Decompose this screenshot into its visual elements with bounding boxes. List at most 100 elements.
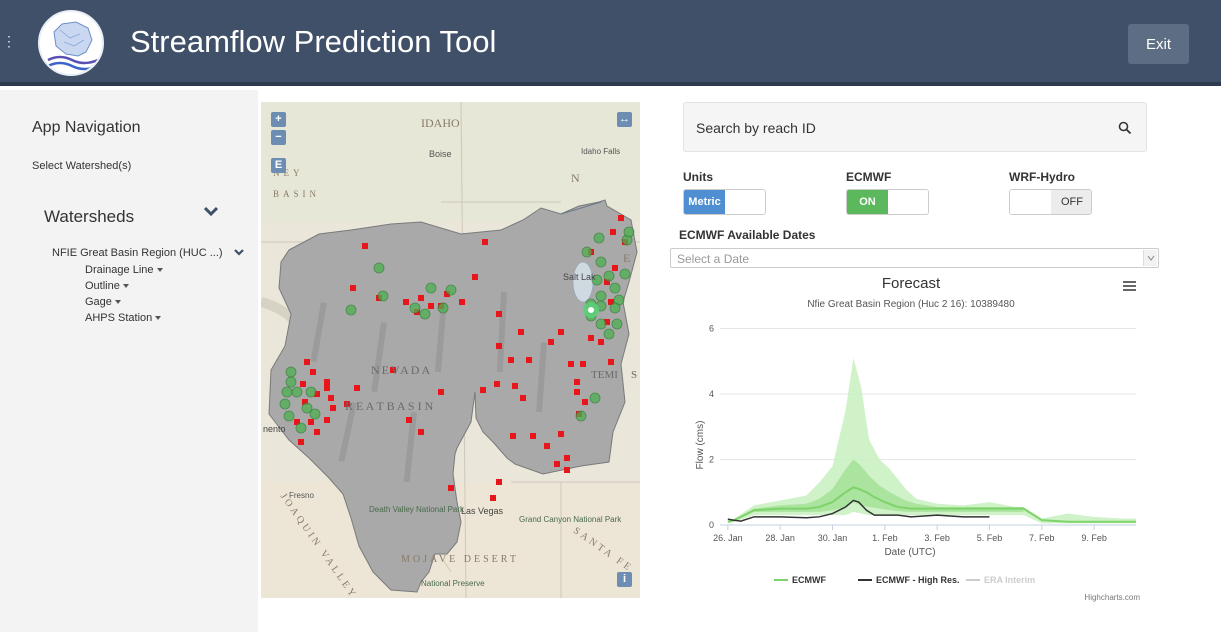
ahps-station-marker[interactable] <box>377 290 389 302</box>
toggle-handle[interactable] <box>888 190 928 214</box>
ahps-station-marker[interactable] <box>581 246 593 258</box>
gage-marker[interactable] <box>418 295 424 301</box>
toggle-handle[interactable] <box>1010 190 1051 214</box>
ahps-station-marker[interactable] <box>603 328 615 340</box>
map-info-button[interactable]: i <box>617 572 632 587</box>
gage-marker[interactable] <box>530 433 536 439</box>
gage-marker[interactable] <box>298 439 304 445</box>
app-logo-icon[interactable] <box>38 10 104 76</box>
gage-marker[interactable] <box>558 431 564 437</box>
gage-marker[interactable] <box>564 467 570 473</box>
gage-marker[interactable] <box>618 215 624 221</box>
gage-marker[interactable] <box>574 389 580 395</box>
gage-marker[interactable] <box>564 455 570 461</box>
gage-marker[interactable] <box>510 433 516 439</box>
date-select[interactable]: Select a Date <box>670 248 1159 268</box>
gage-marker[interactable] <box>582 399 588 405</box>
ahps-station-marker[interactable] <box>445 284 457 296</box>
gage-marker[interactable] <box>324 385 330 391</box>
gage-marker[interactable] <box>403 299 409 305</box>
chart-legend[interactable]: ECMWF ECMWF - High Res. ERA Interim <box>774 575 1035 585</box>
gage-marker[interactable] <box>526 357 532 363</box>
ahps-station-marker[interactable] <box>437 302 449 314</box>
ahps-station-marker[interactable] <box>595 256 607 268</box>
expand-map-button[interactable]: ↔ <box>617 112 632 127</box>
ahps-station-marker[interactable] <box>419 308 431 320</box>
gage-marker[interactable] <box>480 387 486 393</box>
gage-marker[interactable] <box>558 329 564 335</box>
ahps-station-marker[interactable] <box>345 304 357 316</box>
ahps-station-marker[interactable] <box>279 398 291 410</box>
gage-marker[interactable] <box>610 229 616 235</box>
gage-marker[interactable] <box>362 243 368 249</box>
gage-marker[interactable] <box>314 429 320 435</box>
gage-marker[interactable] <box>459 299 465 305</box>
ahps-station-marker[interactable] <box>373 262 385 274</box>
zoom-out-button[interactable]: − <box>271 130 286 145</box>
gage-marker[interactable] <box>328 395 334 401</box>
ahps-station-marker[interactable] <box>595 290 607 302</box>
units-metric-option[interactable]: Metric <box>684 190 725 214</box>
layer-ahps-station[interactable]: AHPS Station <box>85 312 162 324</box>
chart-credits[interactable]: Highcharts.com <box>1084 593 1140 602</box>
gage-marker[interactable] <box>544 443 550 449</box>
basin-chevron-down-icon[interactable] <box>234 248 244 256</box>
wrf-hydro-toggle[interactable]: OFF <box>1009 189 1092 215</box>
gage-marker[interactable] <box>496 343 502 349</box>
gage-marker[interactable] <box>588 335 594 341</box>
gage-marker[interactable] <box>574 379 580 385</box>
ahps-station-marker[interactable] <box>609 282 621 294</box>
gage-marker[interactable] <box>548 339 554 345</box>
ahps-station-marker[interactable] <box>409 302 421 314</box>
watershed-map[interactable]: IDAHO Boise Idaho Falls NEY BASIN N E Sa… <box>261 102 640 598</box>
gage-marker[interactable] <box>418 429 424 435</box>
ahps-station-marker[interactable] <box>603 270 615 282</box>
gage-marker[interactable] <box>406 417 412 423</box>
units-toggle[interactable]: Metric <box>683 189 766 215</box>
ahps-station-marker[interactable] <box>309 408 321 420</box>
gage-marker[interactable] <box>512 383 518 389</box>
gage-marker[interactable] <box>580 361 586 367</box>
legend-item[interactable]: ERA Interim <box>984 575 1035 585</box>
gage-marker[interactable] <box>568 361 574 367</box>
ahps-station-marker[interactable] <box>305 386 317 398</box>
gage-marker[interactable] <box>324 379 330 385</box>
gage-marker[interactable] <box>482 239 488 245</box>
gage-marker[interactable] <box>518 329 524 335</box>
exit-button[interactable]: Exit <box>1128 24 1189 64</box>
ahps-station-marker[interactable] <box>593 232 605 244</box>
gage-marker[interactable] <box>304 359 310 365</box>
gage-marker[interactable] <box>350 285 356 291</box>
ahps-station-marker[interactable] <box>285 376 297 388</box>
gage-marker[interactable] <box>598 339 604 345</box>
ahps-station-marker[interactable] <box>595 318 607 330</box>
ahps-station-marker[interactable] <box>575 410 587 422</box>
ahps-station-marker[interactable] <box>285 366 297 378</box>
map-canvas[interactable]: IDAHO Boise Idaho Falls NEY BASIN N E Sa… <box>261 102 640 598</box>
chevron-down-icon[interactable] <box>204 206 218 216</box>
gage-marker[interactable] <box>308 419 314 425</box>
toggle-handle[interactable] <box>725 190 765 214</box>
gage-marker[interactable] <box>330 405 336 411</box>
layer-gage[interactable]: Gage <box>85 296 121 308</box>
gage-marker[interactable] <box>608 359 614 365</box>
zoom-in-button[interactable]: + <box>271 112 286 127</box>
gage-marker[interactable] <box>612 265 618 271</box>
ahps-station-marker[interactable] <box>281 386 293 398</box>
gage-marker[interactable] <box>496 311 502 317</box>
gage-marker[interactable] <box>324 417 330 423</box>
ahps-station-marker[interactable] <box>619 268 631 280</box>
ahps-station-marker[interactable] <box>609 302 621 314</box>
hamburger-icon[interactable]: ⋮ <box>2 34 16 48</box>
gage-marker[interactable] <box>520 395 526 401</box>
layer-drainage-line[interactable]: Drainage Line <box>85 264 163 276</box>
gage-marker[interactable] <box>496 479 502 485</box>
ahps-station-marker[interactable] <box>425 282 437 294</box>
chart-menu-icon[interactable] <box>1123 281 1136 291</box>
search-input[interactable]: Search by reach ID <box>696 120 816 136</box>
legend-button[interactable]: E <box>271 158 286 173</box>
select-watersheds-link[interactable]: Select Watershed(s) <box>32 160 131 172</box>
gage-marker[interactable] <box>428 303 434 309</box>
gage-marker[interactable] <box>300 381 306 387</box>
gage-marker[interactable] <box>554 461 560 467</box>
